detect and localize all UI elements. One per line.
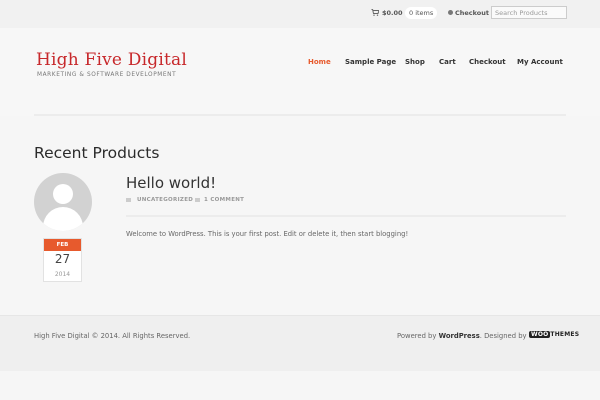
nav-cart[interactable]: Cart (439, 58, 456, 66)
search-products-input[interactable] (491, 6, 567, 19)
cart-items-count[interactable]: 0 items (405, 7, 438, 19)
cart-amount[interactable]: $0.00 (382, 9, 403, 17)
avatar-icon (34, 173, 92, 231)
post-date-year: 2014 (54, 271, 71, 278)
woo-logo-badge: WOO (529, 331, 551, 338)
checkout-icon[interactable] (448, 10, 453, 15)
site-title[interactable]: High Five Digital (36, 50, 187, 70)
nav-sample-page[interactable]: Sample Page (345, 58, 396, 66)
nav-my-account[interactable]: My Account (517, 58, 563, 66)
designed-by-prefix: . Designed by (479, 332, 527, 340)
checkout-link[interactable]: Checkout (455, 9, 489, 17)
site-header: High Five Digital MARKETING & SOFTWARE D… (0, 28, 600, 116)
site-footer: High Five Digital © 2014. All Rights Res… (0, 315, 600, 371)
post-separator (126, 215, 566, 217)
wordpress-link[interactable]: WordPress (439, 332, 480, 340)
nav-home[interactable]: Home (308, 58, 331, 66)
avatar-head (53, 184, 73, 204)
nav-shop[interactable]: Shop (405, 58, 425, 66)
post-excerpt: Welcome to WordPress. This is your first… (126, 230, 409, 238)
page-bottom (0, 372, 600, 400)
post-comments-link[interactable]: 1 COMMENT (204, 197, 244, 203)
powered-by-prefix: Powered by (397, 332, 439, 340)
footer-copyright: High Five Digital © 2014. All Rights Res… (34, 332, 191, 340)
top-bar: $0.00 0 items Checkout (0, 0, 600, 28)
post-date-day: 27 (54, 252, 71, 266)
cart-icon[interactable] (371, 9, 379, 16)
woothemes-logo[interactable]: WOO THEMES (529, 331, 579, 338)
site-tagline: MARKETING & SOFTWARE DEVELOPMENT (37, 72, 177, 78)
comment-icon (195, 198, 200, 202)
folder-icon (126, 198, 131, 202)
avatar-body (43, 207, 83, 231)
post-category[interactable]: UNCATEGORIZED (137, 197, 193, 203)
section-title: Recent Products (34, 144, 160, 162)
post-title[interactable]: Hello world! (126, 174, 216, 192)
footer-credits: Powered by WordPress. Designed by (397, 332, 527, 340)
woo-logo-text: THEMES (550, 331, 580, 338)
nav-checkout[interactable]: Checkout (469, 58, 506, 66)
post-date-month: FEB (44, 239, 81, 251)
header-divider (34, 114, 566, 116)
post-date-badge: FEB 27 2014 (43, 238, 82, 282)
